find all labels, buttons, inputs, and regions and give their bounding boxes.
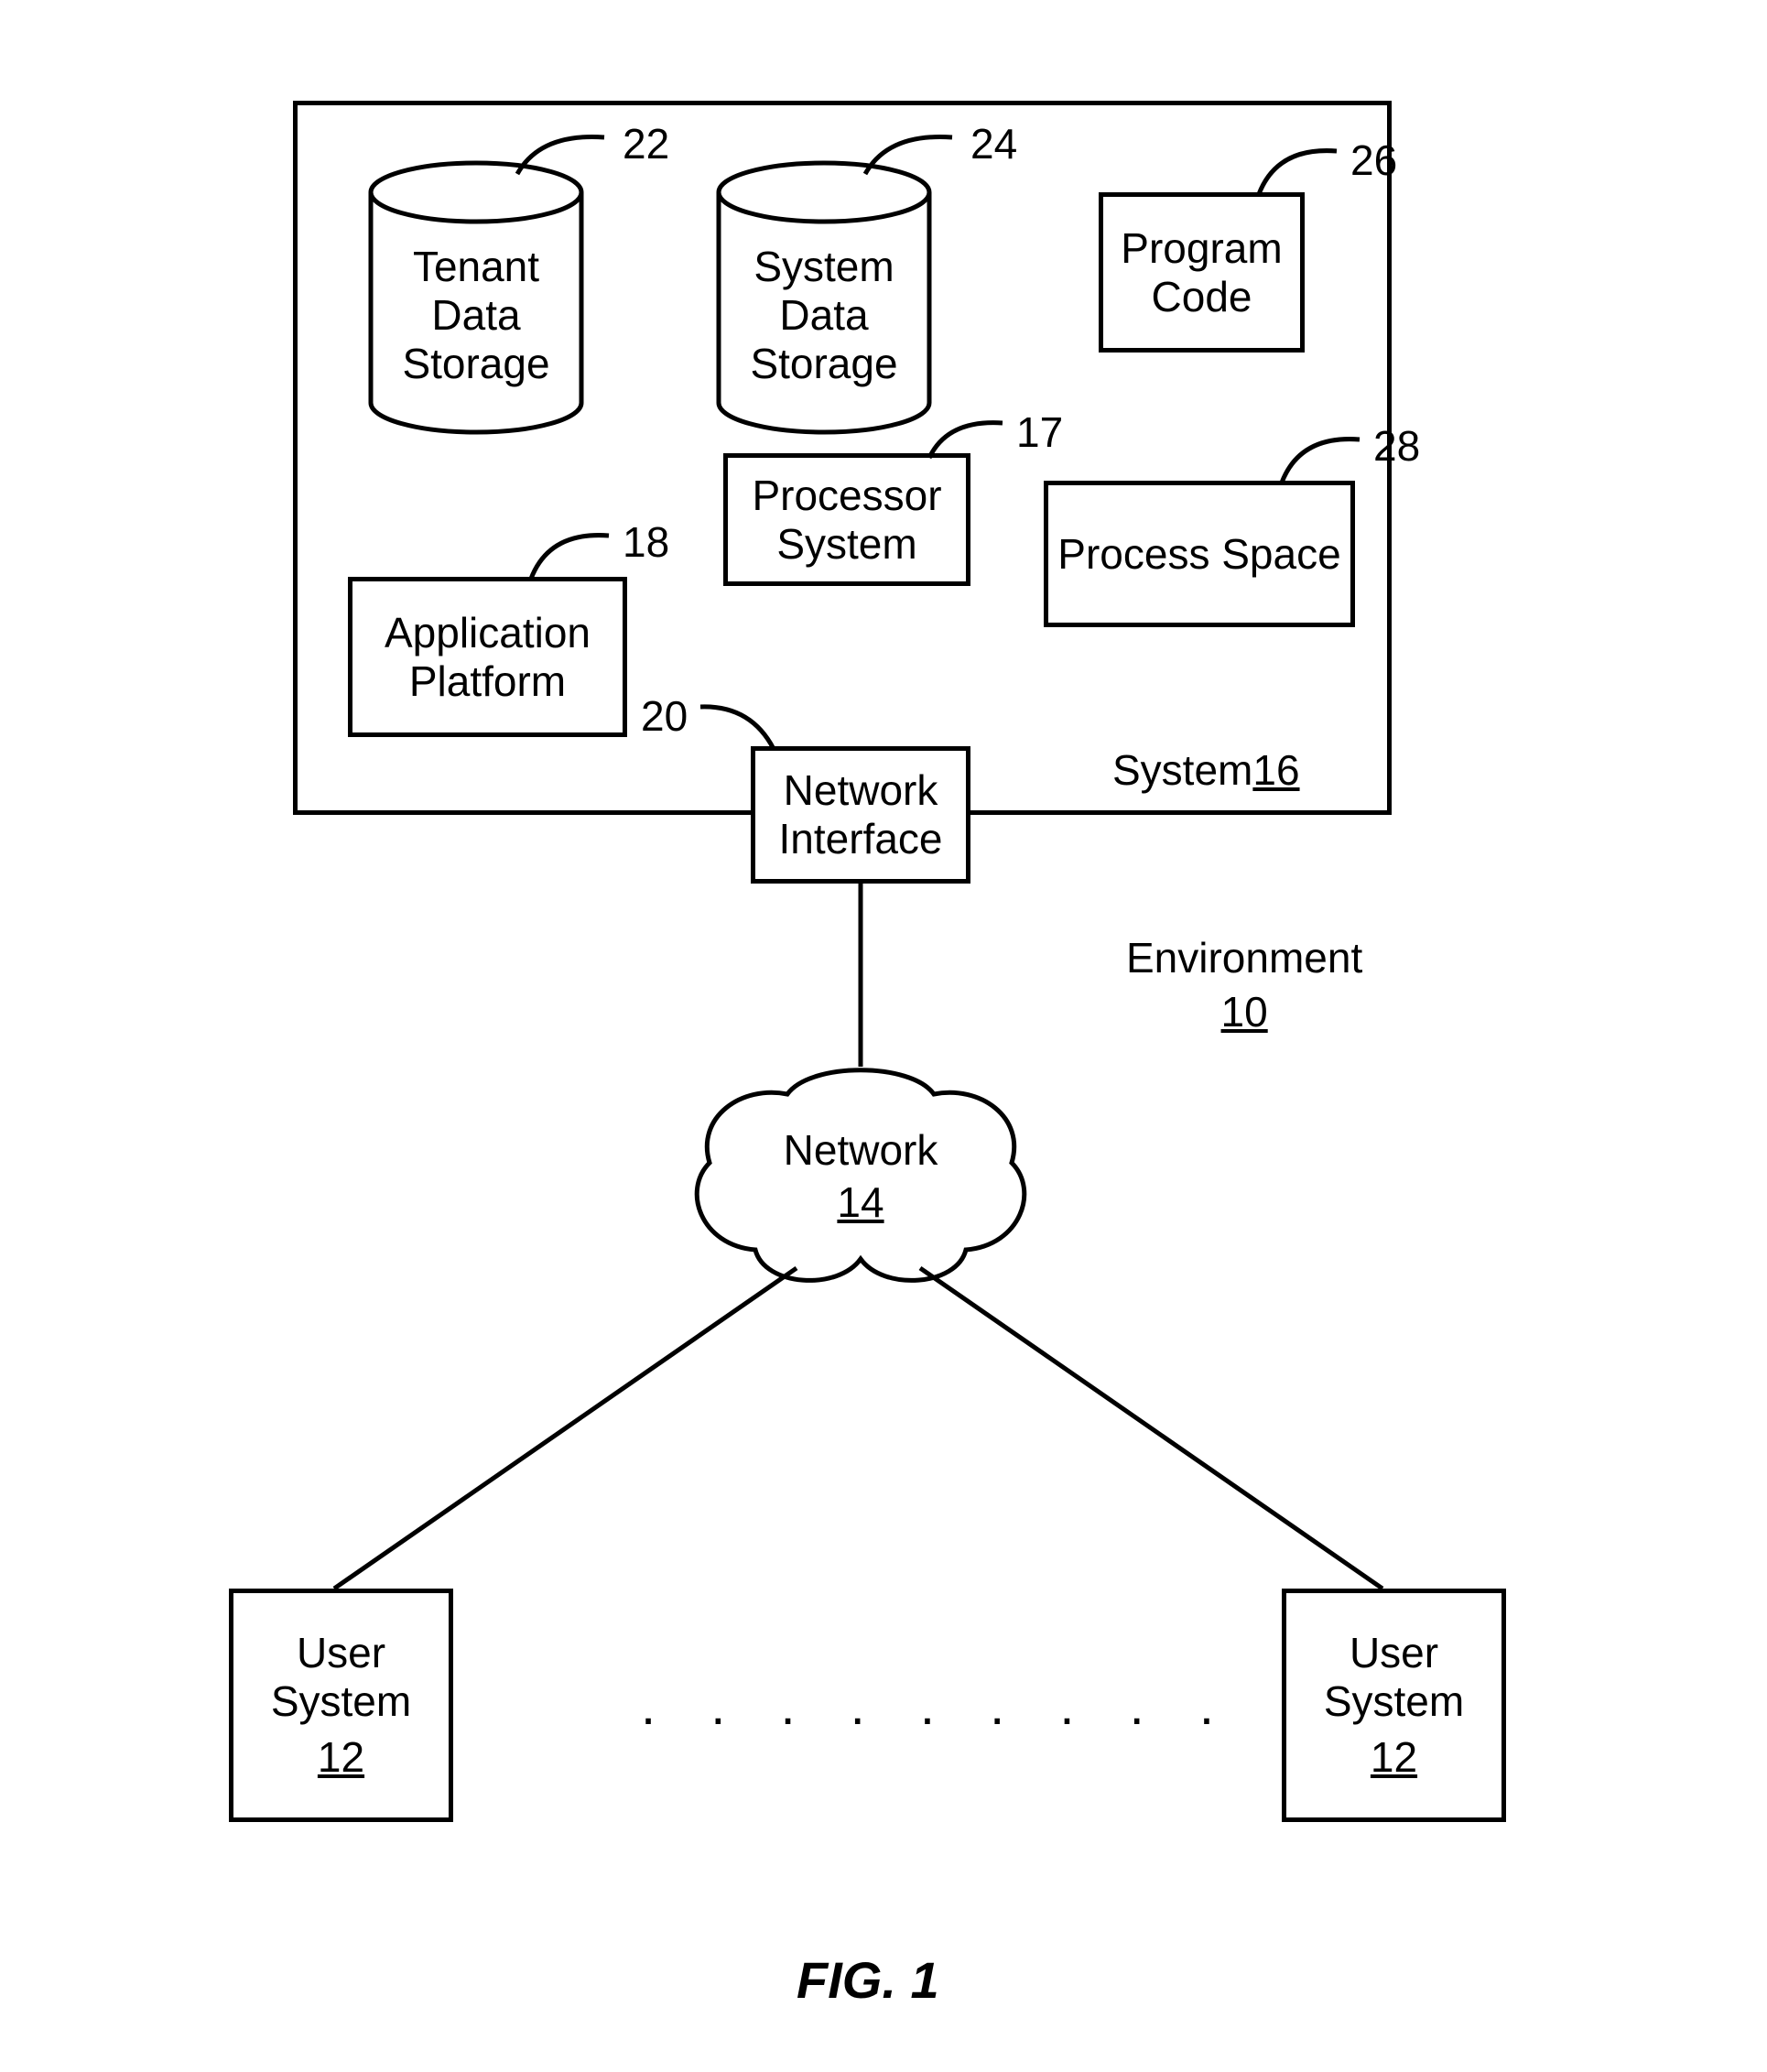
line-ni-to-network: [856, 884, 865, 1067]
processor-system-lead: [925, 412, 1012, 467]
environment-ref: 10: [1126, 988, 1362, 1036]
network-interface-box: Network Interface: [751, 746, 970, 884]
user-system-left-line2: System: [271, 1677, 411, 1726]
system-storage-line3: Storage: [750, 340, 897, 388]
page: System16 Tenant Data Storage 22 System D…: [0, 0, 1767, 2072]
line-cloud-to-right-user: [916, 1264, 1392, 1593]
user-system-left-line1: User: [297, 1629, 385, 1677]
tenant-storage-ref: 22: [623, 119, 669, 168]
application-platform-line2: Platform: [409, 657, 566, 706]
tenant-storage-lead: [513, 124, 613, 179]
network-interface-line1: Network: [784, 766, 938, 815]
process-space-lead: [1277, 426, 1369, 490]
network-interface-line2: Interface: [779, 815, 943, 863]
system-storage-line2: Data: [779, 291, 868, 340]
tenant-storage-line1: Tenant: [413, 243, 539, 291]
system-storage-lead: [861, 124, 961, 179]
process-space-label: Process Space: [1057, 530, 1340, 579]
system16-label: System: [1112, 746, 1252, 794]
user-system-right-line2: System: [1324, 1677, 1464, 1726]
ellipsis: . . . . . . . . .: [641, 1676, 1234, 1737]
program-code-lead: [1254, 137, 1346, 201]
environment-label: Environment: [1126, 934, 1362, 982]
user-system-right-box: User System 12: [1282, 1589, 1506, 1822]
network-cloud: Network 14: [678, 1053, 1044, 1296]
application-platform-box: Application Platform: [348, 577, 627, 737]
processor-system-box: Processor System: [723, 453, 970, 586]
figure-caption: FIG. 1: [797, 1950, 939, 2010]
program-code-box: Program Code: [1099, 192, 1305, 353]
application-platform-ref: 18: [623, 517, 669, 567]
application-platform-line1: Application: [385, 609, 591, 657]
tenant-storage-line2: Data: [431, 291, 520, 340]
system-storage-ref: 24: [970, 119, 1017, 168]
network-interface-ref: 20: [641, 691, 688, 741]
network-label: Network: [784, 1126, 938, 1175]
system-storage-cylinder: System Data Storage: [714, 160, 934, 435]
application-platform-lead: [526, 522, 618, 586]
user-system-left-box: User System 12: [229, 1589, 453, 1822]
tenant-storage-cylinder: Tenant Data Storage: [366, 160, 586, 435]
program-code-line2: Code: [1152, 273, 1252, 321]
tenant-storage-line3: Storage: [402, 340, 549, 388]
processor-system-line1: Processor: [752, 472, 941, 520]
user-system-right-line1: User: [1350, 1629, 1438, 1677]
user-system-right-ref: 12: [1371, 1733, 1417, 1782]
process-space-box: Process Space: [1044, 481, 1355, 627]
network-ref: 14: [837, 1178, 884, 1227]
environment-label-wrap: Environment 10: [1126, 934, 1362, 1036]
processor-system-ref: 17: [1016, 407, 1063, 457]
process-space-ref: 28: [1373, 421, 1420, 471]
system-storage-line1: System: [753, 243, 894, 291]
system16-label-wrap: System16: [1112, 746, 1300, 795]
program-code-ref: 26: [1350, 136, 1397, 185]
network-interface-lead: [696, 696, 778, 755]
processor-system-line2: System: [776, 520, 916, 569]
system16-ref: 16: [1252, 746, 1299, 794]
line-cloud-to-left-user: [330, 1264, 806, 1593]
user-system-left-ref: 12: [318, 1733, 364, 1782]
program-code-line1: Program: [1121, 224, 1282, 273]
